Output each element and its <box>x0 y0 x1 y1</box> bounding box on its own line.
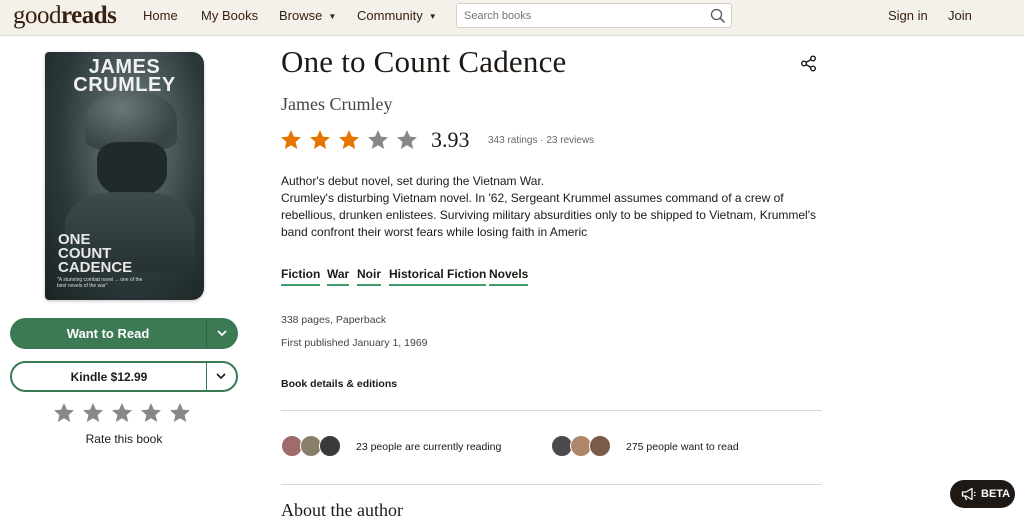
avatar <box>319 435 341 457</box>
divider <box>281 410 822 411</box>
rate-this-book-label: Rate this book <box>85 432 163 446</box>
want-to-read-button[interactable]: Want to Read <box>10 318 238 349</box>
nav-my-books[interactable]: My Books <box>201 8 258 23</box>
beta-feedback-button[interactable]: BETA <box>950 480 1015 508</box>
chevron-down-icon[interactable] <box>206 318 238 349</box>
rate-star-3-icon[interactable] <box>110 401 134 425</box>
nav-browse-label: Browse <box>279 8 323 23</box>
average-rating-stars <box>279 128 419 152</box>
want-to-read-count[interactable]: 275 people want to read <box>626 441 739 453</box>
rating-star-icon <box>397 130 417 149</box>
cover-title: ONE COUNT CADENCE <box>58 232 133 276</box>
genre-link[interactable]: Noir <box>357 267 381 286</box>
cover-illustration-helmet <box>85 90 177 150</box>
avatar <box>589 435 611 457</box>
join-link[interactable]: Join <box>948 8 972 23</box>
rate-star-2-icon[interactable] <box>81 401 105 425</box>
search-icon[interactable] <box>710 8 726 24</box>
book-cover[interactable]: JAMES CRUMLEY ONE COUNT CADENCE "A stunning… <box>45 52 204 300</box>
search-input[interactable] <box>457 4 697 27</box>
beta-label: BETA <box>981 488 1011 500</box>
logo-text-light: good <box>13 2 62 29</box>
first-published-date: First published January 1, 1969 <box>281 337 428 349</box>
megaphone-icon <box>961 487 976 501</box>
genre-link[interactable]: Fiction <box>281 267 321 286</box>
top-header: goodreads Home My Books Browse ▼ Communit… <box>0 0 1024 36</box>
book-title: One to Count Cadence <box>281 44 567 79</box>
caret-down-icon: ▼ <box>428 12 437 21</box>
reading-avatars[interactable] <box>281 435 347 459</box>
genre-link[interactable]: War <box>327 267 350 286</box>
book-description: Author's debut novel, set during the Vie… <box>281 173 826 241</box>
rate-star-4-icon[interactable] <box>139 401 163 425</box>
rating-star-icon <box>368 130 388 149</box>
nav-community[interactable]: Community ▼ <box>357 8 437 23</box>
rate-star-5-icon[interactable] <box>168 401 192 425</box>
share-icon[interactable] <box>800 55 817 72</box>
nav-browse[interactable]: Browse ▼ <box>279 8 336 23</box>
cover-title-line: CADENCE <box>58 259 133 276</box>
book-author-link[interactable]: James Crumley <box>281 94 392 115</box>
cover-illustration-face <box>97 142 167 197</box>
cover-author: JAMES CRUMLEY <box>45 57 204 96</box>
rating-star-icon <box>310 130 330 149</box>
sign-in-link[interactable]: Sign in <box>888 8 928 23</box>
about-author-heading: About the author <box>281 500 403 520</box>
description-line: Author's debut novel, set during the Vie… <box>281 174 545 188</box>
caret-down-icon: ▼ <box>328 12 337 21</box>
book-details-editions-link[interactable]: Book details & editions <box>281 378 397 390</box>
currently-reading-count[interactable]: 23 people are currently reading <box>356 441 501 453</box>
nav-home[interactable]: Home <box>143 8 178 23</box>
genre-link[interactable]: Historical Fiction <box>389 267 487 286</box>
kindle-label: Kindle $12.99 <box>70 370 148 384</box>
description-line: Crumley's disturbing Vietnam novel. In '… <box>281 191 816 239</box>
rate-stars <box>52 401 196 425</box>
page-count-format: 338 pages, Paperback <box>281 314 387 326</box>
rating-star-icon <box>281 130 301 149</box>
want-to-read-avatars[interactable] <box>551 435 617 459</box>
average-rating-value: 3.93 <box>431 127 470 152</box>
kindle-buy-button[interactable]: Kindle $12.99 <box>10 361 238 392</box>
genre-link[interactable]: Novels <box>489 267 529 286</box>
goodreads-logo[interactable]: goodreads <box>13 2 117 30</box>
want-to-read-label: Want to Read <box>66 326 150 341</box>
cover-author-line: CRUMLEY <box>73 74 176 96</box>
chevron-down-icon[interactable] <box>206 363 236 390</box>
ratings-reviews-count[interactable]: 343 ratings · 23 reviews <box>488 135 594 146</box>
search-box <box>456 3 732 28</box>
divider <box>281 484 822 485</box>
rating-star-icon <box>339 130 359 149</box>
logo-text-bold: reads <box>61 2 117 29</box>
rate-star-1-icon[interactable] <box>52 401 76 425</box>
cover-blurb: "A stunning combat novel ... one of the … <box>57 277 143 289</box>
nav-community-label: Community <box>357 8 423 23</box>
